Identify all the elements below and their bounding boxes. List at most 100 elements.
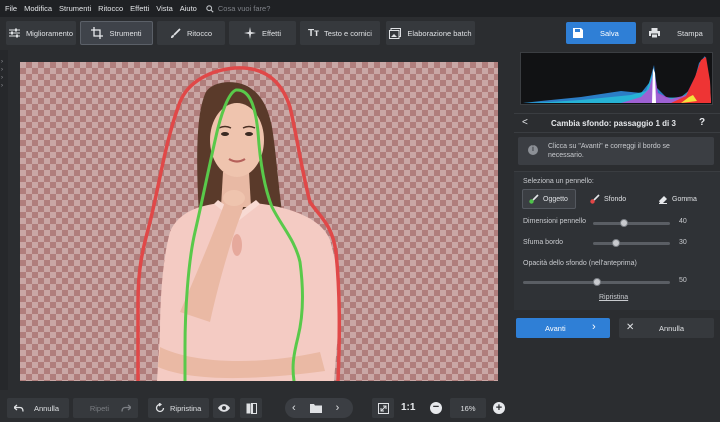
brush-size-slider[interactable] bbox=[593, 222, 670, 225]
zoom-out-button[interactable]: − bbox=[430, 402, 442, 414]
background-brush-label: Sfondo bbox=[604, 195, 627, 203]
text-icon: Tт bbox=[308, 27, 320, 39]
tab-label: Elaborazione batch bbox=[407, 28, 472, 38]
portrait-image bbox=[136, 66, 342, 381]
redo-icon bbox=[121, 404, 131, 412]
chevron-right-icon: › bbox=[1, 59, 3, 65]
chevron-right-icon: › bbox=[592, 321, 596, 333]
menu-aiuto[interactable]: Aiuto bbox=[180, 4, 197, 13]
tab-testo-cornici[interactable]: Tт Testo e cornici bbox=[300, 21, 380, 45]
info-icon: i bbox=[528, 145, 538, 155]
hint-box: i Clicca su "Avanti" e correggi il bordo… bbox=[518, 137, 714, 165]
hint-text: Clicca su "Avanti" e correggi il bordo s… bbox=[548, 143, 670, 159]
tab-label: Ritocco bbox=[186, 28, 212, 38]
close-icon: ✕ bbox=[626, 322, 635, 333]
back-button[interactable]: < bbox=[522, 117, 528, 128]
cancel-label: Annulla bbox=[659, 324, 685, 333]
cancel-button[interactable]: ✕ Annulla bbox=[619, 318, 714, 338]
bg-opacity-value: 50 bbox=[679, 277, 687, 284]
reset-icon bbox=[155, 403, 165, 413]
search-icon bbox=[206, 4, 214, 13]
help-button[interactable]: ? bbox=[699, 117, 705, 128]
zoom-field[interactable]: 16% bbox=[450, 398, 486, 418]
undo-button[interactable]: Annulla bbox=[7, 398, 69, 418]
tab-label: Effetti bbox=[261, 28, 282, 38]
next-image-button[interactable]: › bbox=[336, 402, 340, 414]
printer-icon bbox=[649, 28, 660, 38]
menu-effetti[interactable]: Effetti bbox=[130, 4, 149, 13]
step-header: < Cambia sfondo: passaggio 1 di 3 ? bbox=[514, 113, 720, 133]
background-brush-button[interactable]: Sfondo bbox=[586, 189, 638, 209]
eraser-label: Gomma bbox=[672, 195, 697, 203]
histogram-graph bbox=[523, 56, 711, 103]
menu-modifica[interactable]: Modifica bbox=[24, 4, 52, 13]
redo-button[interactable]: Ripeti bbox=[73, 398, 138, 418]
folder-icon[interactable] bbox=[309, 403, 322, 413]
menu-vista[interactable]: Vista bbox=[156, 4, 173, 13]
redo-label: Ripeti bbox=[89, 403, 109, 413]
tab-effetti[interactable]: Effetti bbox=[229, 21, 296, 45]
collapsed-side-strip[interactable]: › › › › bbox=[0, 50, 8, 390]
prev-image-button[interactable]: ‹ bbox=[292, 402, 296, 414]
batch-icon bbox=[389, 27, 402, 39]
tab-label: Strumenti bbox=[109, 28, 142, 38]
tab-miglioramento[interactable]: Miglioramento bbox=[6, 21, 76, 45]
chevron-right-icon: › bbox=[1, 83, 3, 89]
eraser-button[interactable]: Gomma bbox=[654, 189, 710, 209]
undo-label: Annulla bbox=[34, 403, 60, 413]
print-button[interactable]: Stampa bbox=[642, 22, 713, 44]
tab-strumenti[interactable]: Strumenti bbox=[80, 21, 153, 45]
bg-opacity-label: Opacità dello sfondo (nell'anteprima) bbox=[523, 260, 637, 267]
step-title: Cambia sfondo: passaggio 1 di 3 bbox=[551, 119, 676, 128]
menu-bar: File Modifica Strumenti Ritocco Effetti … bbox=[0, 0, 720, 17]
object-brush-button[interactable]: Oggetto bbox=[522, 189, 576, 209]
reset-label: Ripristina bbox=[170, 403, 202, 413]
sparkle-icon bbox=[243, 27, 256, 39]
eraser-icon bbox=[659, 196, 667, 204]
image-navigation: ‹ › bbox=[285, 398, 353, 418]
print-label: Stampa bbox=[677, 28, 703, 38]
next-label: Avanti bbox=[545, 324, 566, 333]
compare-button[interactable] bbox=[240, 398, 262, 418]
save-button[interactable]: Salva bbox=[566, 22, 636, 44]
fit-screen-icon bbox=[377, 402, 389, 414]
search-box[interactable]: Cosa vuoi fare? bbox=[206, 4, 271, 13]
histogram bbox=[520, 52, 713, 105]
menu-strumenti[interactable]: Strumenti bbox=[59, 4, 91, 13]
zoom-in-button[interactable]: + bbox=[493, 402, 505, 414]
reset-brush-link[interactable]: Ripristina bbox=[599, 294, 628, 301]
brush-size-label: Dimensioni pennello bbox=[523, 218, 587, 225]
search-input[interactable]: Cosa vuoi fare? bbox=[218, 4, 271, 13]
reset-button[interactable]: Ripristina bbox=[148, 398, 209, 418]
undo-icon bbox=[14, 404, 24, 412]
chevron-right-icon: › bbox=[1, 67, 3, 73]
tab-elaborazione-batch[interactable]: Elaborazione batch bbox=[386, 21, 475, 45]
tab-label: Miglioramento bbox=[25, 28, 74, 38]
preview-toggle-button[interactable] bbox=[213, 398, 235, 418]
sliders-icon bbox=[8, 28, 20, 38]
compare-icon bbox=[246, 402, 257, 414]
tab-label: Testo e cornici bbox=[324, 28, 372, 38]
actual-size-button[interactable]: 1:1 bbox=[401, 402, 415, 413]
save-label: Salva bbox=[600, 28, 619, 38]
brush-size-knob[interactable] bbox=[619, 219, 628, 227]
menu-ritocco[interactable]: Ritocco bbox=[98, 4, 123, 13]
menu-file[interactable]: File bbox=[5, 4, 17, 13]
object-brush-icon bbox=[529, 194, 539, 204]
feather-label: Sfuma bordo bbox=[523, 239, 564, 246]
feather-value: 30 bbox=[679, 239, 687, 246]
crop-icon bbox=[91, 27, 104, 39]
brush-icon bbox=[170, 27, 181, 38]
zoom-value: 16% bbox=[460, 403, 476, 413]
eye-icon bbox=[218, 404, 230, 412]
bg-opacity-knob[interactable] bbox=[592, 278, 601, 286]
feather-slider[interactable] bbox=[593, 242, 670, 245]
brush-size-value: 40 bbox=[679, 218, 687, 225]
photo-canvas[interactable] bbox=[20, 62, 498, 381]
brush-section-label: Seleziona un pennello: bbox=[523, 178, 594, 185]
chevron-right-icon: › bbox=[1, 75, 3, 81]
fit-to-screen-button[interactable] bbox=[372, 398, 394, 418]
background-brush-icon bbox=[590, 194, 600, 204]
tab-ritocco[interactable]: Ritocco bbox=[157, 21, 225, 45]
next-button[interactable]: Avanti › bbox=[516, 318, 610, 338]
